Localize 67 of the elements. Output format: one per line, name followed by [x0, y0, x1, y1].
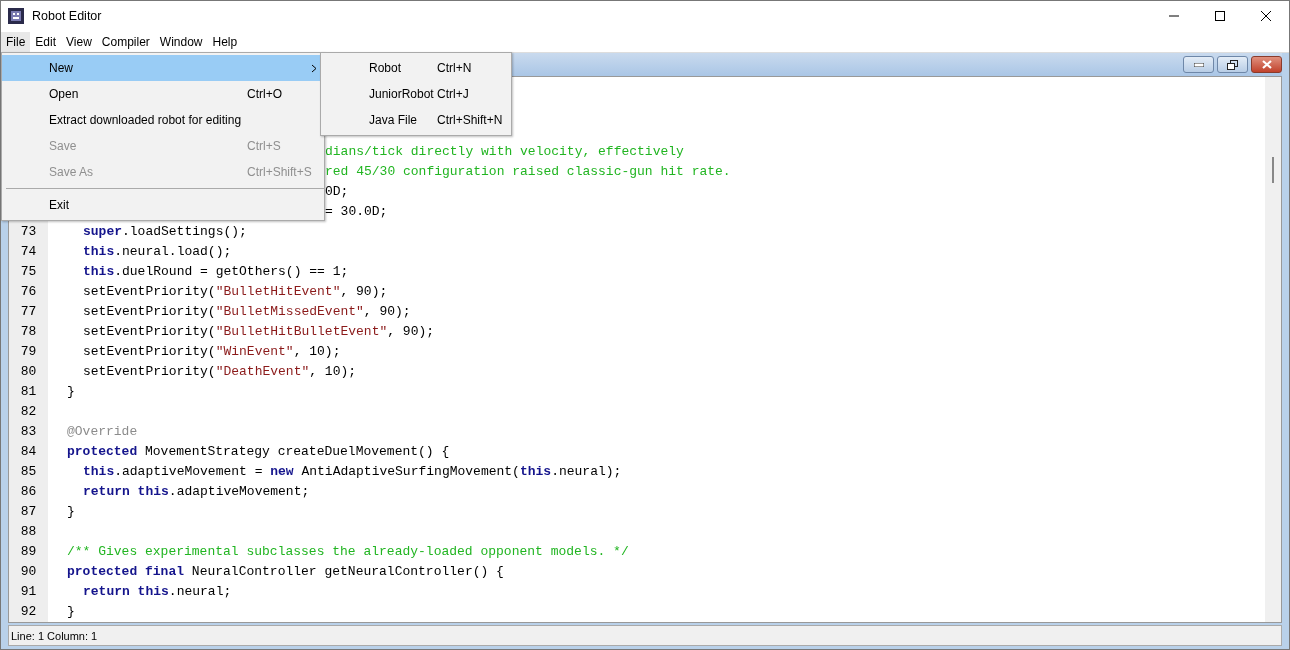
code-line: } — [67, 504, 75, 519]
code-line: setEventPriority("BulletHitEvent", 90); — [83, 284, 388, 299]
line-number: 82 — [19, 403, 38, 421]
line-number: 78 — [19, 323, 38, 341]
menu-item[interactable]: Open Ctrl+O — [2, 81, 324, 107]
code-line: this.duelRound = getOthers() == 1; — [83, 264, 349, 279]
line-number: 89 — [19, 543, 38, 561]
code-line: this.adaptiveMovement = new AntiAdaptiveSurfingMovement(this.neural); — [83, 464, 622, 479]
menu-item[interactable]: JuniorRobot Ctrl+J — [321, 81, 511, 107]
cursor-position: Line: 1 Column: 1 — [11, 629, 98, 642]
code-line: protected final NeuralController getNeuralController() { — [67, 564, 504, 579]
line-number: 85 — [19, 463, 38, 481]
menu-item[interactable]: Robot Ctrl+N — [321, 55, 511, 81]
line-number: 88 — [19, 523, 38, 541]
menu-item[interactable]: Extract downloaded robot for editing — [2, 107, 324, 133]
restore-button[interactable] — [1217, 56, 1248, 73]
line-number: 90 — [19, 563, 38, 581]
line-number: 80 — [19, 363, 38, 381]
code-line: 0D; — [325, 184, 349, 199]
menu-title[interactable]: View — [61, 31, 97, 52]
maximize-icon — [1215, 11, 1225, 21]
chevron-icon — [311, 63, 317, 73]
code-line: return this.adaptiveMovement; — [83, 484, 310, 499]
code-line: @Override — [67, 424, 138, 439]
window-title: Robot Editor — [32, 9, 102, 23]
minimize-icon — [1193, 62, 1204, 67]
close-icon — [1261, 60, 1272, 69]
minimize-button[interactable] — [1183, 56, 1214, 73]
menu-item[interactable]: Java File Ctrl+Shift+N — [321, 107, 511, 133]
app-icon — [8, 8, 24, 24]
line-number: 91 — [19, 583, 38, 601]
code-line: setEventPriority("WinEvent", 10); — [83, 344, 341, 359]
code-line: red 45/30 configuration raised classic-gun hit rate. — [325, 164, 731, 179]
line-number: 77 — [19, 303, 38, 321]
menu-title[interactable]: Window — [154, 31, 208, 52]
menu-title[interactable]: Compiler — [96, 31, 155, 52]
line-number: 76 — [19, 283, 38, 301]
close-icon — [1261, 11, 1271, 21]
code-line: setEventPriority("BulletMissedEvent", 90); — [83, 304, 411, 319]
code-line: setEventPriority("DeathEvent", 10); — [83, 364, 357, 379]
code-line: setEventPriority("BulletHitBulletEvent", 90); — [83, 324, 435, 339]
code-line: /** Gives experimental subclasses the already-loaded opponent models. */ — [67, 544, 629, 559]
line-number: 81 — [19, 383, 38, 401]
line-number: 74 — [19, 243, 38, 261]
line-number: 92 — [19, 603, 38, 621]
code-line: return this.neural; — [83, 584, 232, 599]
menu-title[interactable]: Edit — [30, 31, 62, 52]
menu-item[interactable]: Exit — [2, 192, 324, 218]
code-line: } — [67, 604, 75, 619]
line-number: 87 — [19, 503, 38, 521]
code-line: = 30.0D; — [325, 204, 388, 219]
line-number: 86 — [19, 483, 38, 501]
line-number: 73 — [19, 223, 38, 241]
code-line: this.neural.load(); — [83, 244, 232, 259]
line-number: 75 — [19, 263, 38, 281]
close-button[interactable] — [1251, 56, 1282, 73]
line-number: 83 — [19, 423, 38, 441]
line-number: 84 — [19, 443, 38, 461]
code-line: } — [67, 384, 75, 399]
menu-title[interactable]: Help — [207, 31, 243, 52]
scrollbar[interactable] — [1265, 77, 1281, 622]
menu-title[interactable]: File — [1, 31, 31, 52]
code-line: super.loadSettings(); — [83, 224, 247, 239]
code-line: protected MovementStrategy createDuelMovement() { — [67, 444, 450, 459]
code-line: dians/tick directly with velocity, effectively — [325, 144, 684, 159]
line-number: 79 — [19, 343, 38, 361]
restore-icon — [1227, 59, 1238, 70]
